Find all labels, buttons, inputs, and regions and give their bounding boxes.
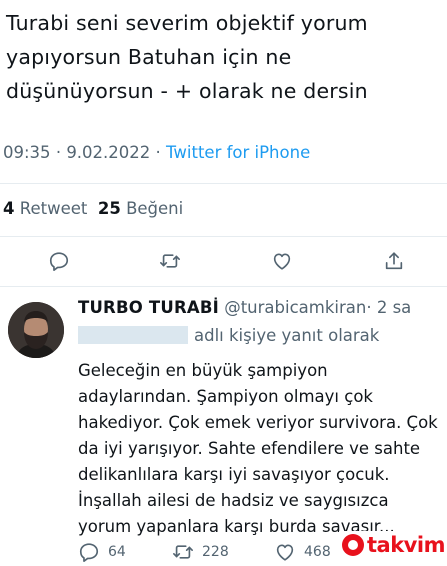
blurred-username — [78, 326, 188, 344]
meta-separator: · — [155, 143, 161, 162]
divider — [0, 183, 447, 184]
reply-author-handle[interactable]: @turabicamkiran — [224, 298, 366, 317]
avatar[interactable] — [8, 302, 64, 358]
retweet-count: 4 — [3, 199, 15, 218]
tweet-actions — [0, 249, 447, 275]
retweets-stat[interactable]: 4 Retweet — [3, 199, 87, 218]
share-button[interactable] — [383, 249, 405, 273]
reply-author-name[interactable]: TURBO TURABİ — [78, 298, 219, 317]
like-count: 25 — [97, 199, 121, 218]
reply-to-line: adlı kişiye yanıt olarak — [78, 326, 379, 345]
share-icon — [385, 252, 403, 270]
tweet-date: 9.02.2022 — [66, 143, 151, 162]
retweet-label: Retweet — [19, 199, 88, 218]
reply-like-button[interactable]: 468 — [274, 540, 331, 564]
reply-reply-button[interactable]: 64 — [78, 540, 126, 564]
reply-time: 2 sa — [376, 298, 412, 317]
divider — [0, 286, 447, 287]
tweet-meta: 09:35 · 9.02.2022 · Twitter for iPhone — [3, 143, 310, 162]
header-separator: · — [366, 298, 372, 317]
tweet-client-link[interactable]: Twitter for iPhone — [166, 143, 310, 162]
tweet-text: Turabi seni severim objektif yorum yapıy… — [6, 11, 368, 103]
like-icon — [273, 253, 291, 270]
like-icon — [276, 544, 294, 561]
likes-stat[interactable]: 25 Beğeni — [98, 199, 183, 218]
reply-to-label: adlı kişiye yanıt olarak — [194, 326, 380, 345]
like-button[interactable] — [271, 249, 293, 273]
reply-text: Geleceğin en büyük şampiyon adaylarından… — [78, 361, 438, 536]
retweet-icon — [160, 254, 180, 268]
tweet-time: 09:35 — [3, 143, 51, 162]
reply-header: TURBO TURABİ @turabicamkiran· 2 sa — [78, 298, 411, 317]
reply-icon — [49, 252, 69, 271]
logo-mark-icon — [342, 533, 364, 556]
retweet-button[interactable] — [159, 249, 181, 273]
tweet-stats: 4 Retweet 25 Beğeni — [3, 199, 183, 218]
retweet-icon — [173, 545, 193, 559]
logo-wordmark: takvim — [367, 532, 445, 557]
like-label: Beğeni — [126, 199, 184, 218]
reply-button[interactable] — [48, 249, 70, 273]
takvim-logo: takvim — [339, 531, 447, 558]
reply-retweet-button[interactable]: 228 — [172, 540, 229, 564]
avatar-photo — [8, 302, 64, 358]
reply-icon — [79, 543, 99, 562]
divider — [0, 236, 447, 237]
meta-separator: · — [55, 143, 62, 162]
